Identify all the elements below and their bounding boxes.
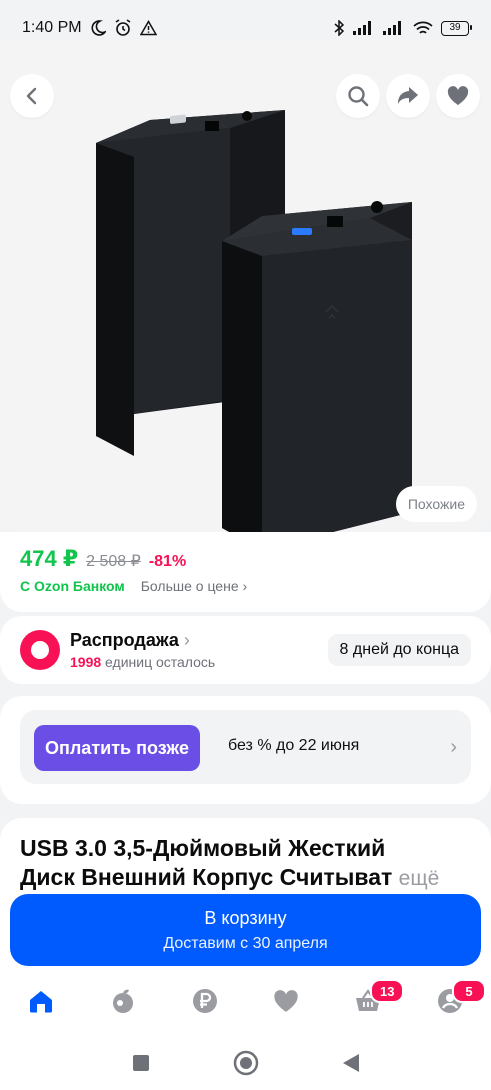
fresh-icon [112, 989, 133, 1013]
heart-icon [447, 86, 469, 105]
signal-icon [353, 21, 371, 35]
pay-later-card: Оплатить позже без % до 22 июня › [0, 696, 491, 804]
chevron-right-icon: › [450, 736, 457, 758]
add-to-cart-label: В корзину [204, 908, 287, 928]
sale-units-label: единиц осталось [105, 654, 216, 670]
wifi-icon [413, 21, 433, 34]
bluetooth-icon [334, 20, 345, 36]
ruble-icon [192, 989, 217, 1013]
tab-finance[interactable] [185, 981, 225, 1021]
similar-button[interactable]: Похожие [395, 486, 477, 522]
share-icon [398, 87, 418, 104]
favorites-icon [274, 989, 299, 1012]
delivery-date-label: Доставим с 30 апреля [163, 935, 328, 952]
price-old: 2 508 ₽ [86, 553, 141, 570]
title-more-link[interactable]: ещё [399, 867, 440, 890]
share-button[interactable] [386, 74, 430, 118]
pay-later-row[interactable]: Оплатить позже без % до 22 июня › [20, 710, 471, 784]
moon-icon [91, 20, 106, 36]
ozon-bank-label: С Ozon Банком [20, 578, 125, 594]
cart-count-badge: 13 [370, 979, 405, 1003]
tab-favorites[interactable] [266, 981, 306, 1021]
back-button[interactable] [10, 74, 54, 118]
tab-home[interactable] [21, 981, 61, 1021]
add-to-cart-button[interactable]: В корзину Доставим с 30 апреля [10, 894, 481, 966]
sale-days-left-badge: 8 дней до конца [327, 634, 471, 666]
favorite-button[interactable] [436, 74, 480, 118]
alarm-icon [115, 19, 131, 36]
product-title-line-2: Диск Внешний Корпус Считыват [20, 864, 393, 890]
price-section: 474 ₽ 2 508 ₽ -81% С Ozon Банком Больше … [0, 532, 491, 612]
recent-apps-icon[interactable] [132, 1054, 150, 1072]
price-discount: -81% [148, 553, 187, 570]
bottom-tab-bar: 13 5 [0, 966, 491, 1036]
sale-logo-icon [20, 630, 60, 670]
product-gallery[interactable] [0, 42, 491, 532]
status-time: 1:40 PM [22, 19, 82, 36]
tab-cart[interactable]: 13 [348, 979, 405, 1021]
price-info-link[interactable]: Больше о цене › [141, 578, 247, 594]
profile-notification-badge: 5 [452, 979, 487, 1003]
chevron-right-icon: › [183, 630, 190, 650]
home-icon [29, 991, 52, 1013]
search-icon [348, 86, 369, 107]
tab-profile[interactable]: 5 [430, 979, 487, 1021]
sale-card[interactable]: Распродажа › 1998 единиц осталось 8 дней… [0, 616, 491, 684]
sale-units-count: 1998 [70, 654, 102, 670]
home-nav-icon[interactable] [233, 1050, 259, 1076]
system-nav-bar [0, 1036, 491, 1090]
pay-later-button[interactable]: Оплатить позже [34, 725, 200, 771]
pay-later-description: без % до 22 июня [228, 737, 360, 754]
price-current: 474 ₽ [20, 546, 79, 571]
battery-indicator: 39 [441, 20, 472, 36]
search-button[interactable] [336, 74, 380, 118]
product-title-line-1: USB 3.0 3,5-Дюймовый Жесткий [20, 835, 386, 861]
warning-icon [139, 20, 157, 36]
back-arrow-icon [26, 87, 37, 105]
tab-fresh[interactable] [103, 981, 143, 1021]
product-title[interactable]: USB 3.0 3,5-Дюймовый Жесткий Диск Внешни… [20, 834, 470, 893]
signal-2-icon [383, 21, 401, 35]
back-nav-icon[interactable] [342, 1053, 360, 1073]
sale-title: Распродажа [70, 630, 179, 650]
